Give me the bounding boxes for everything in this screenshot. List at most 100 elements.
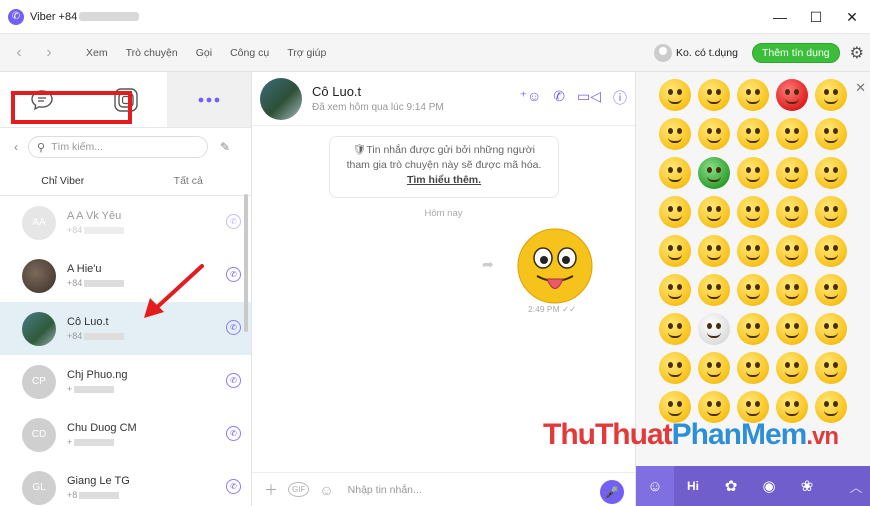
emoji-item[interactable] bbox=[776, 352, 808, 384]
tab-all[interactable]: Tất cả bbox=[126, 166, 252, 195]
contact-row[interactable]: A Hie'u +84 ✆ bbox=[0, 249, 251, 302]
more-tab[interactable] bbox=[167, 72, 252, 127]
emoji-item[interactable] bbox=[659, 79, 691, 111]
red-arrow-annotation bbox=[144, 264, 204, 318]
contact-row[interactable]: CP Chj Phuo.ng + ✆ bbox=[0, 355, 251, 408]
message-input[interactable]: Nhập tin nhắn... bbox=[348, 484, 422, 496]
emoji-item[interactable] bbox=[659, 118, 691, 150]
viber-call-icon[interactable]: ✆ bbox=[226, 479, 241, 494]
menu-help[interactable]: Trợ giúp bbox=[287, 47, 326, 59]
search-input[interactable]: ⚲ Tìm kiếm... bbox=[28, 136, 208, 158]
emoji-item[interactable] bbox=[698, 196, 730, 228]
forward-share-icon[interactable]: ➦ bbox=[482, 256, 494, 273]
contact-row[interactable]: AA A A Vk Yêu +84 ✆ bbox=[0, 196, 251, 249]
add-participant-icon[interactable]: ⁺☺ bbox=[520, 88, 542, 108]
tongue-out-sticker[interactable] bbox=[515, 226, 595, 306]
emoji-item[interactable] bbox=[659, 274, 691, 306]
emoji-item[interactable] bbox=[776, 196, 808, 228]
emoji-item[interactable] bbox=[698, 118, 730, 150]
forward-icon[interactable]: › bbox=[38, 42, 60, 64]
viber-call-icon[interactable]: ✆ bbox=[226, 267, 241, 282]
contact-row[interactable]: CD Chu Duog CM + ✆ bbox=[0, 408, 251, 461]
compose-icon[interactable]: ✎ bbox=[220, 140, 230, 154]
character-category-icon[interactable]: ❀ bbox=[788, 466, 826, 506]
animal-category-icon[interactable]: ✿ bbox=[712, 466, 750, 506]
emoji-item[interactable] bbox=[659, 352, 691, 384]
credit-status: Ko. có t.dụng bbox=[676, 47, 738, 59]
viber-call-icon[interactable]: ✆ bbox=[226, 373, 241, 388]
emoji-item[interactable] bbox=[776, 118, 808, 150]
contact-row-selected[interactable]: Cô Luo.t +84 ✆ bbox=[0, 302, 251, 355]
emoji-item[interactable] bbox=[659, 235, 691, 267]
emoji-item[interactable] bbox=[659, 313, 691, 345]
maximize-button[interactable]: ☐ bbox=[798, 0, 834, 34]
chat-avatar[interactable] bbox=[260, 77, 302, 120]
chat-contact-name[interactable]: Cô Luo.t bbox=[312, 84, 444, 99]
emoji-item[interactable] bbox=[737, 352, 769, 384]
emoji-item[interactable] bbox=[776, 235, 808, 267]
minimize-button[interactable]: — bbox=[762, 0, 798, 34]
contact-row[interactable]: GL Giang Le TG +8 ✆ bbox=[0, 461, 251, 506]
emoji-item[interactable] bbox=[815, 79, 847, 111]
emoji-item[interactable] bbox=[815, 118, 847, 150]
sticker-icon[interactable]: ☺ bbox=[319, 482, 333, 498]
user-avatar[interactable] bbox=[654, 44, 673, 62]
contacts-panel: ‹ ⚲ Tìm kiếm... ✎ Chỉ Viber Tất cả AA A … bbox=[0, 72, 252, 506]
video-call-icon[interactable]: ▭◁ bbox=[577, 88, 601, 108]
back-arrow-icon[interactable]: ‹ bbox=[14, 140, 18, 154]
emoji-item[interactable] bbox=[737, 196, 769, 228]
emoji-item[interactable] bbox=[698, 352, 730, 384]
last-seen-status: Đã xem hôm qua lúc 9:14 PM bbox=[312, 102, 444, 113]
emoji-item[interactable] bbox=[776, 313, 808, 345]
emoji-item[interactable] bbox=[698, 79, 730, 111]
emoji-item[interactable] bbox=[776, 157, 808, 189]
emoji-item[interactable] bbox=[698, 157, 730, 189]
emoji-item[interactable] bbox=[737, 235, 769, 267]
smiley-category-icon[interactable]: ☺ bbox=[636, 466, 674, 506]
emoji-item[interactable] bbox=[737, 313, 769, 345]
phone-call-icon[interactable]: ✆ bbox=[553, 88, 565, 108]
avatar: CD bbox=[22, 417, 56, 452]
emoji-item[interactable] bbox=[659, 157, 691, 189]
close-icon[interactable]: ✕ bbox=[855, 80, 866, 96]
cat-category-icon[interactable]: ◉ bbox=[750, 466, 788, 506]
emoji-item[interactable] bbox=[776, 274, 808, 306]
close-button[interactable]: ✕ bbox=[834, 0, 870, 34]
hi-sticker-category-icon[interactable]: Hi bbox=[674, 466, 712, 506]
info-icon[interactable]: ⓘ bbox=[613, 88, 627, 108]
emoji-item[interactable] bbox=[737, 274, 769, 306]
viber-call-icon[interactable]: ✆ bbox=[226, 320, 241, 335]
microphone-button[interactable]: 🎤 bbox=[600, 480, 624, 504]
learn-more-link[interactable]: Tìm hiểu thêm. bbox=[330, 173, 558, 188]
emoji-item[interactable] bbox=[776, 79, 808, 111]
emoji-item[interactable] bbox=[815, 196, 847, 228]
window-title: Viber +84 bbox=[30, 11, 140, 23]
emoji-item[interactable] bbox=[659, 196, 691, 228]
menu-call[interactable]: Gọi bbox=[196, 47, 212, 59]
emoji-item[interactable] bbox=[815, 235, 847, 267]
tab-viber-only[interactable]: Chỉ Viber bbox=[0, 166, 126, 195]
expand-up-icon[interactable]: ︿ bbox=[841, 466, 870, 506]
emoji-item[interactable] bbox=[698, 313, 730, 345]
emoji-item[interactable] bbox=[815, 157, 847, 189]
add-credit-button[interactable]: Thêm tín dụng bbox=[751, 43, 840, 63]
emoji-item[interactable] bbox=[698, 274, 730, 306]
menu-tools[interactable]: Công cụ bbox=[230, 47, 269, 59]
gear-icon[interactable]: ⚙ bbox=[850, 43, 864, 63]
back-icon[interactable]: ‹ bbox=[8, 42, 30, 64]
emoji-item[interactable] bbox=[737, 79, 769, 111]
emoji-item[interactable] bbox=[698, 235, 730, 267]
emoji-item[interactable] bbox=[815, 274, 847, 306]
contacts-scrollbar[interactable] bbox=[244, 194, 248, 332]
viber-call-icon[interactable]: ✆ bbox=[226, 214, 241, 229]
menu-bar: ‹ › Xem Trò chuyện Gọi Công cụ Trợ giúp … bbox=[0, 34, 870, 72]
viber-call-icon[interactable]: ✆ bbox=[226, 426, 241, 441]
menu-view[interactable]: Xem bbox=[86, 47, 108, 59]
plus-icon[interactable]: ＋ bbox=[264, 480, 278, 500]
emoji-item[interactable] bbox=[815, 352, 847, 384]
emoji-item[interactable] bbox=[737, 118, 769, 150]
emoji-item[interactable] bbox=[815, 313, 847, 345]
emoji-item[interactable] bbox=[737, 157, 769, 189]
menu-chat[interactable]: Trò chuyện bbox=[126, 47, 178, 59]
gif-icon[interactable]: GIF bbox=[288, 482, 310, 497]
